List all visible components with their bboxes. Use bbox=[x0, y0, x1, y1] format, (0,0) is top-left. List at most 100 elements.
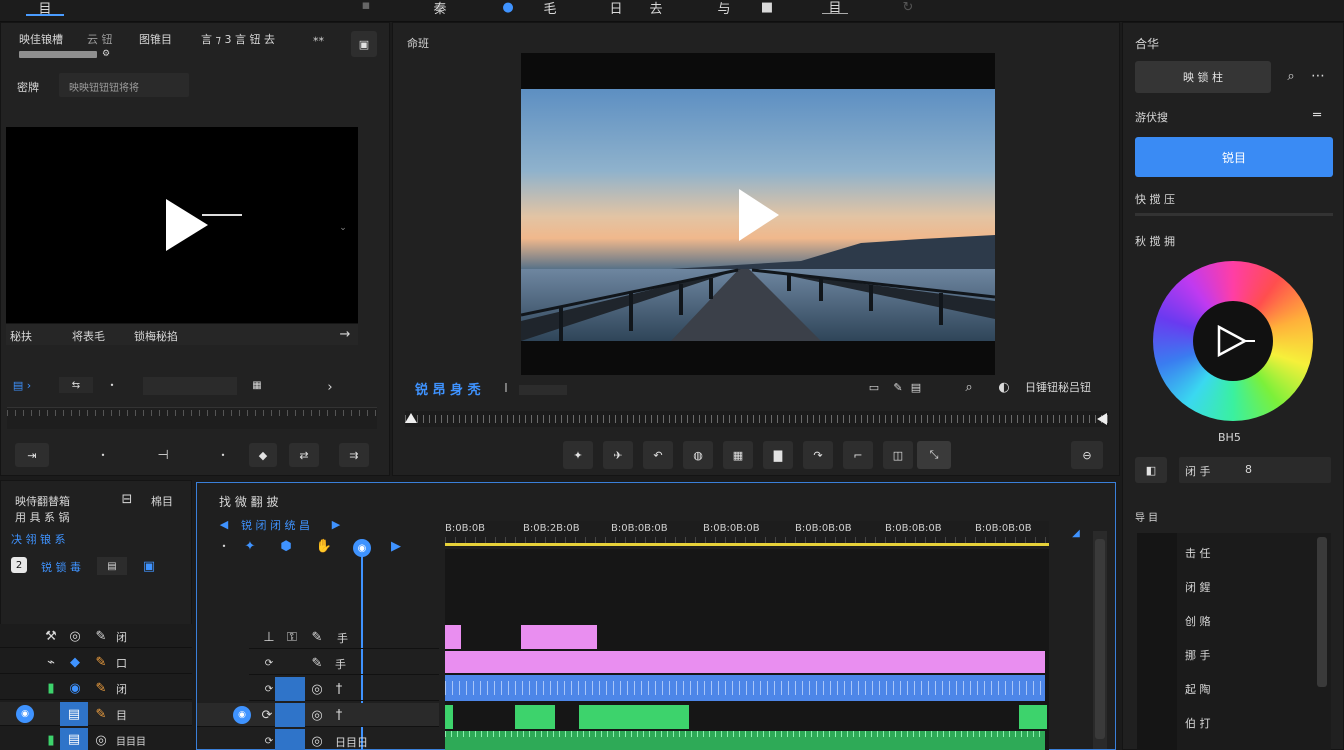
source-btn-6[interactable]: ⇄ bbox=[289, 443, 319, 467]
in-point-marker[interactable] bbox=[405, 413, 417, 423]
clip-pink[interactable] bbox=[445, 625, 461, 649]
program-timecode[interactable]: 锐 昂 身 秃 bbox=[415, 379, 481, 398]
source-viewer[interactable]: ⌄ bbox=[6, 127, 358, 323]
list-item[interactable]: 闭 鍟 bbox=[1185, 579, 1211, 595]
source-slider[interactable] bbox=[143, 377, 237, 395]
tab-4[interactable]: 毛 bbox=[540, 0, 560, 17]
program-timecode-field[interactable] bbox=[519, 385, 567, 395]
play-icon[interactable] bbox=[164, 197, 210, 253]
play-icon[interactable] bbox=[1217, 325, 1257, 357]
step-forward-button[interactable]: ▇ bbox=[763, 441, 793, 469]
track-target-button[interactable]: ▤ bbox=[60, 728, 88, 750]
project-blue-label[interactable]: 决 翎 锒 系 bbox=[11, 531, 66, 547]
overwrite-button[interactable]: ⌐ bbox=[843, 441, 873, 469]
track-sync-icon[interactable]: ⟳ bbox=[261, 655, 277, 671]
source-btn-2[interactable]: • bbox=[97, 447, 109, 463]
track-mute-icon[interactable]: † bbox=[333, 707, 345, 723]
lock-button[interactable]: ▣ bbox=[351, 31, 377, 57]
pin-icon[interactable]: ⬢ bbox=[279, 539, 293, 554]
hand-icon[interactable]: ✋ bbox=[316, 539, 332, 554]
more-icon[interactable]: ⋯ bbox=[1307, 67, 1329, 85]
razor-icon[interactable]: ✦ bbox=[243, 539, 257, 554]
color-wheel[interactable] bbox=[1153, 261, 1313, 421]
refresh-icon[interactable]: ↻ bbox=[900, 0, 916, 15]
program-scrub-ruler[interactable] bbox=[405, 411, 1109, 427]
search-icon[interactable]: ⌕ bbox=[1283, 67, 1299, 85]
track-toggle-icon[interactable]: ⌁ bbox=[44, 654, 58, 670]
source-btn-4[interactable]: • bbox=[217, 447, 229, 463]
track-eye-icon[interactable]: ◎ bbox=[94, 732, 108, 748]
track-sync-icon[interactable]: ⟳ bbox=[261, 707, 273, 723]
track-link-icon[interactable]: ⚿ bbox=[285, 629, 299, 645]
tab-8[interactable]: ■ bbox=[757, 0, 777, 15]
project-row-label[interactable]: 锐 锁 毒 bbox=[41, 559, 81, 575]
section-2-slider[interactable] bbox=[1135, 213, 1333, 216]
project-tab-right[interactable]: 棉目 bbox=[151, 493, 173, 509]
track-toggle-icon[interactable]: ▮ bbox=[44, 732, 58, 748]
track-brush-icon[interactable]: ✎ bbox=[94, 654, 108, 670]
tab-2[interactable]: 秦 bbox=[430, 0, 450, 17]
track-toggle-icon[interactable]: ⚒ bbox=[44, 628, 58, 644]
source-tab-5[interactable]: ⁎⁎ bbox=[313, 31, 324, 44]
clip-icon[interactable]: ▤ bbox=[909, 379, 923, 395]
track-eye-icon[interactable]: ◆ bbox=[68, 654, 82, 670]
clip-green[interactable] bbox=[579, 705, 689, 729]
safe-margins-icon[interactable]: ▭ bbox=[865, 379, 883, 395]
primary-action-button[interactable]: 锐目 bbox=[1135, 137, 1333, 177]
source-tab-1[interactable]: 映佳锒槽 bbox=[19, 31, 63, 47]
play-icon[interactable] bbox=[737, 187, 781, 243]
drop-icon[interactable]: ◐ bbox=[997, 379, 1011, 395]
clip-green[interactable] bbox=[1019, 705, 1047, 729]
color-field[interactable]: 闭 手 8 bbox=[1179, 457, 1331, 483]
arrow-right-icon[interactable]: → bbox=[338, 327, 352, 342]
chevron-icon[interactable]: ⌄ bbox=[338, 223, 348, 233]
mark-out-button[interactable]: ✈ bbox=[603, 441, 633, 469]
project-row-icon[interactable]: ▤ bbox=[97, 557, 127, 575]
track-active-icon[interactable]: ◉ bbox=[16, 705, 34, 723]
chevron-right-icon[interactable]: › bbox=[323, 379, 337, 395]
swatch-button[interactable]: ◧ bbox=[1135, 457, 1167, 483]
source-footer-tab-3[interactable]: 锁梅秘掐 bbox=[134, 328, 178, 344]
list-item[interactable]: 起 陶 bbox=[1185, 681, 1211, 697]
clip-pink-long[interactable] bbox=[445, 651, 1045, 673]
track-edit-icon[interactable]: ✎ bbox=[311, 629, 323, 645]
track-edit-icon[interactable]: ✎ bbox=[311, 655, 323, 671]
insert-button[interactable]: ↷ bbox=[803, 441, 833, 469]
marker-icon[interactable]: ǀ bbox=[501, 379, 511, 395]
source-footer-tab-1[interactable]: 秘扶 bbox=[10, 328, 32, 344]
source-tab-3[interactable]: 图锥目 bbox=[139, 31, 172, 47]
track-eye-icon[interactable]: ◎ bbox=[311, 681, 323, 697]
track-target-button[interactable] bbox=[275, 677, 305, 701]
out-point-marker[interactable] bbox=[1097, 413, 1107, 425]
source-btn-3[interactable]: ⊣ bbox=[153, 447, 173, 463]
track-toggle-icon[interactable]: ▮ bbox=[44, 680, 58, 696]
source-footer-tab-2[interactable]: 将表毛 bbox=[72, 328, 105, 344]
source-tab-2[interactable]: 云 钮 bbox=[87, 31, 113, 47]
tab-9[interactable]: 目 bbox=[822, 0, 848, 16]
wrench-icon[interactable]: ✎ bbox=[891, 379, 905, 395]
track-mute-icon[interactable]: † bbox=[333, 681, 345, 697]
clip-green[interactable] bbox=[445, 705, 453, 729]
nav-left-icon[interactable]: ◀ bbox=[217, 517, 231, 531]
trim-button[interactable]: ⤡ bbox=[917, 441, 951, 469]
search-icon[interactable]: ⌕ bbox=[961, 379, 977, 395]
ruler-end-icon[interactable]: ◢ bbox=[1069, 527, 1083, 539]
track-active-icon[interactable]: ◉ bbox=[233, 706, 251, 724]
grid-small-icon[interactable]: ▦ bbox=[251, 377, 263, 393]
track-brush-icon[interactable]: ✎ bbox=[94, 680, 108, 696]
list-scrollbar[interactable] bbox=[1317, 537, 1327, 687]
settings-dot-icon[interactable]: ⚙ bbox=[101, 49, 111, 59]
tab-3[interactable]: ● bbox=[498, 0, 518, 15]
folder-icon[interactable]: ⊟ bbox=[119, 491, 135, 507]
track-target-button[interactable]: ▤ bbox=[60, 702, 88, 726]
tab-5[interactable]: 日 bbox=[606, 0, 626, 17]
timeline-vscroll[interactable] bbox=[1093, 531, 1107, 749]
timeline-nav-label[interactable]: 锐 闭 闭 统 昌 bbox=[241, 517, 310, 533]
play-button[interactable]: ◍ bbox=[683, 441, 713, 469]
menu-icon[interactable]: ═ bbox=[1307, 107, 1327, 123]
track-eye-icon[interactable]: ◉ bbox=[68, 680, 82, 696]
program-viewer[interactable] bbox=[521, 53, 995, 375]
source-sub-field[interactable]: 映映钮钮钮将将 bbox=[59, 73, 189, 97]
track-eye-icon[interactable]: ◎ bbox=[68, 628, 82, 644]
nav-right-icon[interactable]: ▶ bbox=[329, 517, 343, 531]
